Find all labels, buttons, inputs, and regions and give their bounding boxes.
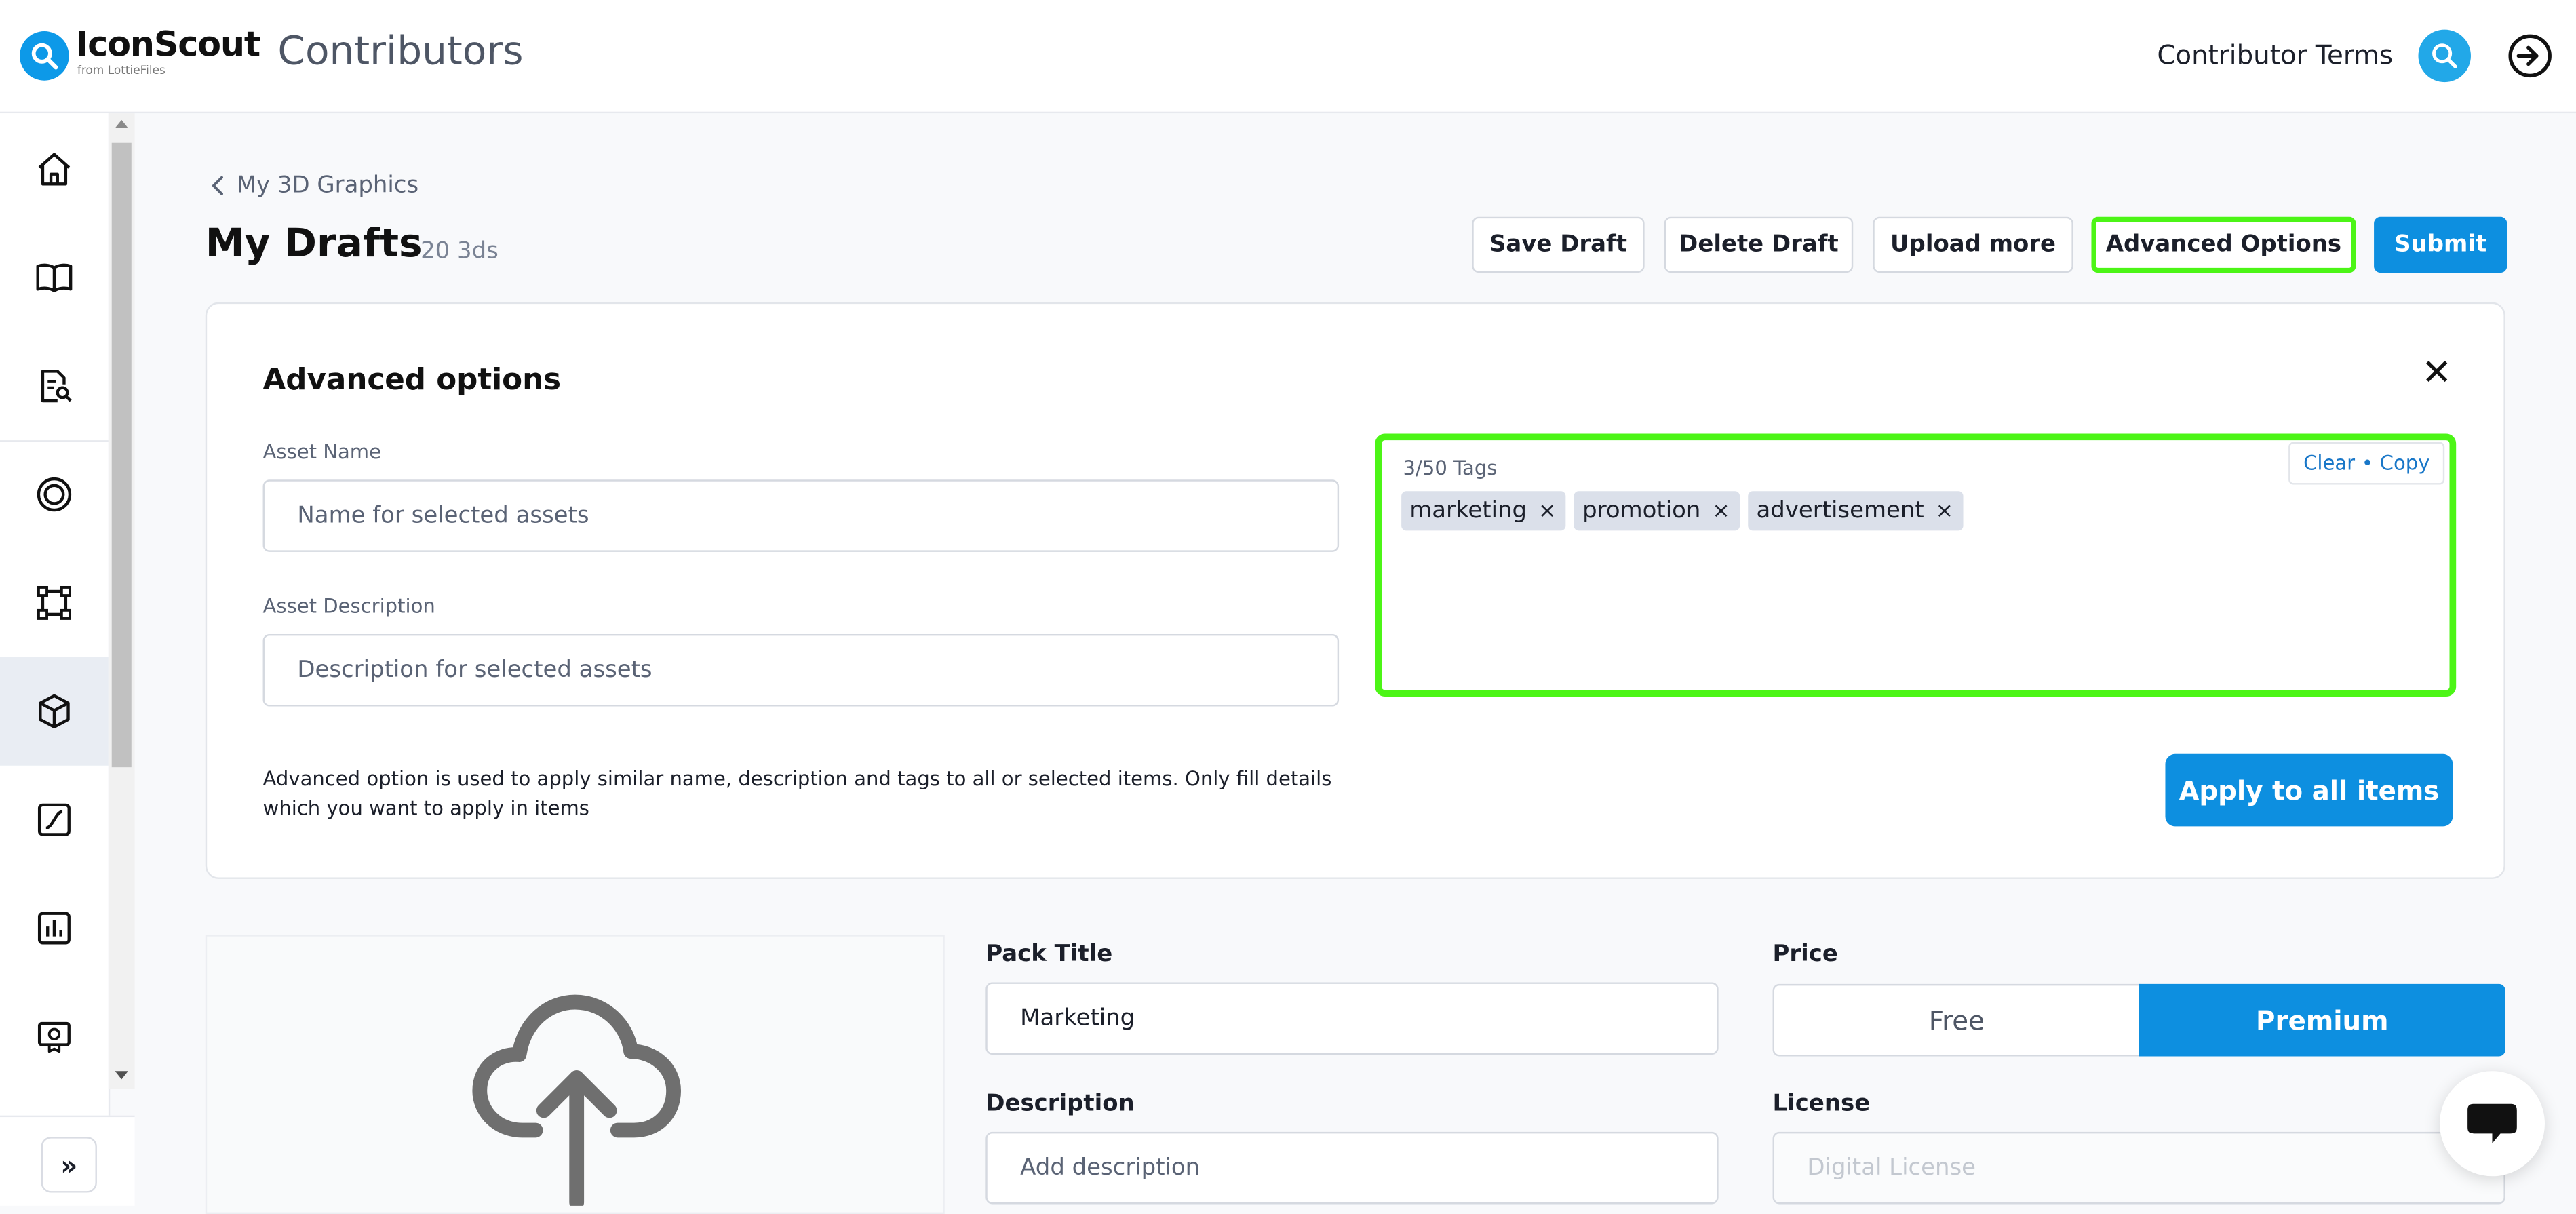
logo-text[interactable]: IconScout — [75, 24, 260, 64]
cube-icon — [39, 694, 70, 729]
asset-description-label: Asset Description — [262, 594, 435, 618]
panel-title: Advanced options — [262, 363, 562, 398]
tag-label: promotion — [1582, 497, 1701, 524]
apply-to-all-button[interactable]: Apply to all items — [2165, 753, 2453, 827]
chat-widget-button[interactable] — [2439, 1071, 2545, 1177]
sidebar-item-guides[interactable] — [0, 223, 109, 332]
tag-label: marketing — [1409, 497, 1527, 524]
search-icon[interactable] — [2418, 29, 2471, 83]
upload-more-button[interactable]: Upload more — [1873, 216, 2073, 273]
pack-title-label: Pack Title — [985, 941, 1113, 968]
sidebar-item-animations[interactable] — [0, 766, 109, 874]
tag-chip[interactable]: marketing × — [1401, 491, 1566, 531]
sidebar-item-icons[interactable] — [0, 440, 109, 549]
bar-chart-icon — [37, 912, 71, 945]
app-title: Contributors — [277, 28, 524, 74]
tag-label: advertisement — [1756, 497, 1924, 524]
sidebar-item-review[interactable] — [0, 332, 109, 440]
remove-tag-icon[interactable]: × — [1538, 498, 1556, 523]
price-premium-option[interactable]: Premium — [2139, 983, 2505, 1057]
book-icon — [36, 263, 73, 292]
badge-icon — [37, 1021, 71, 1053]
breadcrumb-label[interactable]: My 3D Graphics — [237, 172, 418, 199]
remove-tag-icon[interactable]: × — [1936, 498, 1953, 523]
scroll-thumb[interactable] — [111, 142, 132, 768]
asset-description-input[interactable] — [262, 633, 1340, 707]
license-label: License — [1772, 1091, 1871, 1118]
close-icon[interactable]: ✕ — [2421, 355, 2452, 393]
vector-icon — [37, 585, 71, 620]
remove-tag-icon[interactable]: × — [1712, 498, 1730, 523]
cloud-upload-icon — [472, 994, 682, 1206]
license-select[interactable]: Digital License — [1772, 1131, 2505, 1205]
sidebar-item-earnings[interactable] — [0, 982, 109, 1091]
pack-title-input[interactable]: Marketing — [985, 982, 1719, 1055]
description-input[interactable]: Add description — [985, 1131, 1719, 1205]
item-count: 20 3ds — [421, 238, 499, 265]
asset-preview-card[interactable] — [205, 935, 945, 1214]
sidebar-item-home[interactable] — [0, 115, 109, 224]
price-free-option[interactable]: Free — [1772, 983, 2141, 1057]
scroll-up-arrow-icon[interactable] — [115, 119, 128, 128]
chat-icon — [2467, 1103, 2517, 1143]
asset-name-input[interactable] — [262, 479, 1340, 552]
copy-tags-link[interactable]: Copy — [2380, 452, 2430, 475]
tags-count: 3/50 Tags — [1403, 456, 1498, 480]
submit-button[interactable]: Submit — [2374, 216, 2507, 273]
tags-actions: Clear • Copy — [2288, 442, 2445, 485]
clear-tags-link[interactable]: Clear — [2303, 452, 2355, 475]
advanced-options-panel: Advanced options ✕ Asset Name Asset Desc… — [205, 302, 2505, 879]
save-draft-button[interactable]: Save Draft — [1472, 216, 1645, 273]
sidebar-item-illustrations[interactable] — [0, 549, 109, 657]
tag-chip[interactable]: advertisement × — [1748, 491, 1964, 531]
chevron-left-icon — [212, 176, 223, 195]
advanced-options-button[interactable]: Advanced Options — [2091, 216, 2356, 273]
sidebar-item-analytics[interactable] — [0, 874, 109, 983]
price-label: Price — [1772, 941, 1838, 968]
logout-icon[interactable] — [2503, 30, 2556, 83]
document-search-icon — [41, 370, 72, 403]
scroll-down-arrow-icon[interactable] — [115, 1071, 128, 1080]
sidebar-item-3d[interactable] — [0, 657, 109, 766]
logo-icon[interactable] — [20, 31, 69, 81]
sidebar — [0, 113, 111, 1205]
expand-sidebar-button[interactable]: » — [41, 1137, 97, 1193]
description-label: Description — [985, 1091, 1135, 1118]
tag-list: marketing × promotion × advertisement × — [1401, 491, 1964, 531]
sidebar-scrollbar[interactable] — [108, 113, 135, 1089]
delete-draft-button[interactable]: Delete Draft — [1664, 216, 1854, 273]
separator: • — [2361, 452, 2373, 475]
asset-name-label: Asset Name — [262, 440, 382, 464]
target-icon — [37, 477, 72, 512]
breadcrumb[interactable]: My 3D Graphics — [210, 172, 418, 199]
page-title: My Drafts — [205, 220, 423, 267]
sidebar-footer: » — [0, 1115, 135, 1206]
contributor-terms-link[interactable]: Contributor Terms — [2157, 39, 2393, 71]
logo-subtitle: from LottieFiles — [77, 64, 165, 77]
home-icon — [38, 153, 71, 186]
top-bar: IconScout from LottieFiles Contributors … — [0, 0, 2576, 114]
tag-chip[interactable]: promotion × — [1574, 491, 1740, 531]
tags-input[interactable]: 3/50 Tags Clear • Copy marketing × promo… — [1375, 433, 2457, 697]
curve-icon — [37, 803, 71, 836]
helper-text: Advanced option is used to apply similar… — [262, 767, 1332, 820]
